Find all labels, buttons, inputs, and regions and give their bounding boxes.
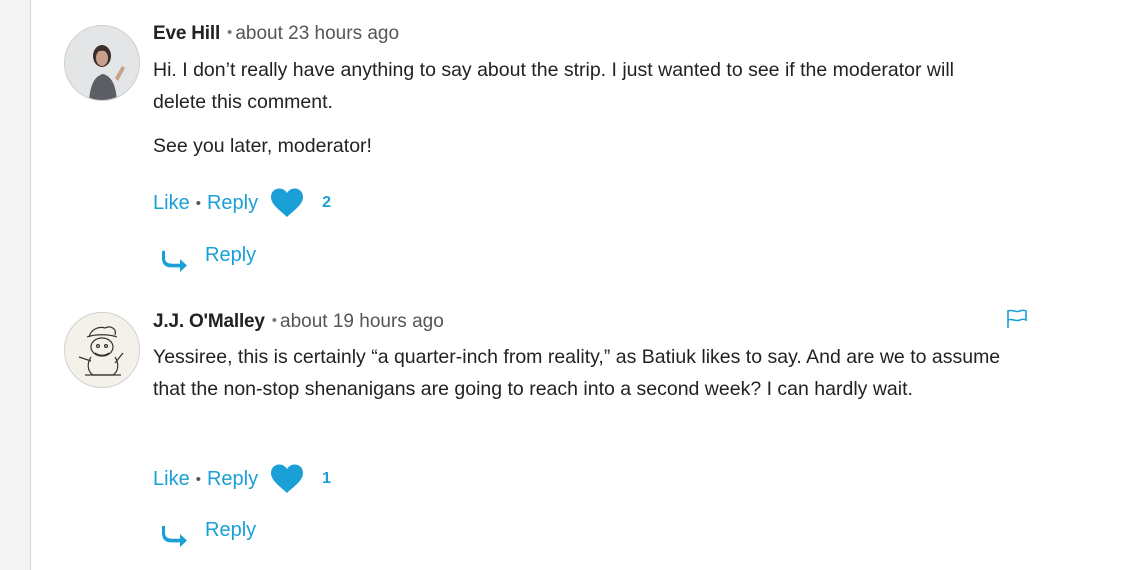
like-count: 2 [322, 194, 332, 211]
comment-body: Eve Hill • about 23 hours ago Hi. I don’t … [153, 22, 1013, 217]
reply-arrow-icon [162, 249, 188, 273]
comment-paragraph: See you later, moderator! [153, 135, 372, 157]
comment-paragraph: Hi. I don’t really have anything to say … [153, 59, 955, 113]
comment-actions: Like • Reply 2 [153, 188, 331, 218]
reply-link[interactable]: Reply [207, 468, 258, 491]
reply-arrow-icon [162, 524, 188, 548]
reply-button[interactable]: Reply [162, 515, 256, 548]
comment-text: Yessiree, this is certainly “a quarter-i… [153, 341, 1013, 405]
avatar[interactable] [64, 25, 140, 101]
comment-text: Hi. I don’t really have anything to say … [153, 54, 1013, 162]
heart-icon[interactable] [270, 464, 304, 494]
avatar-drawing [65, 313, 139, 387]
avatar[interactable] [64, 312, 140, 388]
avatar-photo [65, 26, 139, 100]
comment-time[interactable]: about 19 hours ago [280, 311, 444, 332]
comment-paragraph: Yessiree, this is certainly “a quarter-i… [153, 346, 1001, 400]
reply-button-label[interactable]: Reply [205, 519, 256, 542]
comment-body: J.J. O'Malley • about 19 hours ago Yessire… [153, 310, 1013, 493]
reply-link[interactable]: Reply [207, 192, 258, 215]
like-link[interactable]: Like [153, 192, 190, 215]
author-name[interactable]: J.J. O'Malley [153, 311, 265, 332]
meta-separator: • [227, 24, 233, 41]
comment-actions: Like • Reply 1 [153, 464, 331, 494]
comment-meta: Eve Hill • about 23 hours ago [153, 22, 1013, 46]
left-gutter [0, 0, 31, 570]
comment-meta: J.J. O'Malley • about 19 hours ago [153, 310, 1013, 334]
author-name[interactable]: Eve Hill [153, 23, 220, 44]
comment-time[interactable]: about 23 hours ago [235, 23, 399, 44]
action-separator: • [195, 470, 201, 488]
flag-icon[interactable] [1006, 309, 1028, 329]
action-separator: • [195, 194, 201, 212]
reply-button[interactable]: Reply [162, 240, 256, 273]
heart-icon[interactable] [270, 188, 304, 218]
like-count: 1 [322, 470, 332, 487]
meta-separator: • [271, 312, 278, 329]
reply-button-label[interactable]: Reply [205, 244, 256, 267]
like-link[interactable]: Like [153, 468, 190, 491]
